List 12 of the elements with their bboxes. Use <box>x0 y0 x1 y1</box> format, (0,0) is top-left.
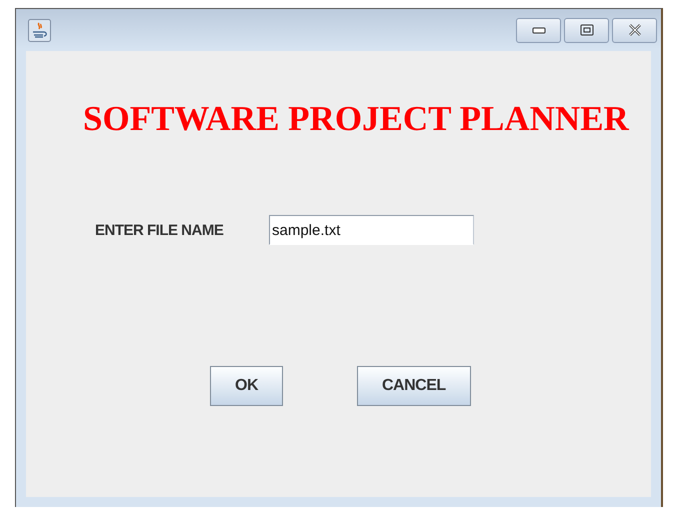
maximize-button[interactable] <box>564 18 609 42</box>
cancel-button[interactable]: CANCEL <box>357 366 471 406</box>
minimize-icon <box>532 26 546 34</box>
coffee-cup-icon <box>28 18 51 42</box>
maximize-icon <box>580 24 594 36</box>
file-name-label: ENTER FILE NAME <box>95 222 224 238</box>
ok-button[interactable]: OK <box>210 366 283 406</box>
close-button[interactable] <box>612 18 657 42</box>
minimize-button[interactable] <box>516 18 561 42</box>
file-name-field[interactable]: sample.txt <box>269 215 474 245</box>
close-icon <box>628 24 642 36</box>
app-heading: SOFTWARE PROJECT PLANNER <box>83 99 629 139</box>
